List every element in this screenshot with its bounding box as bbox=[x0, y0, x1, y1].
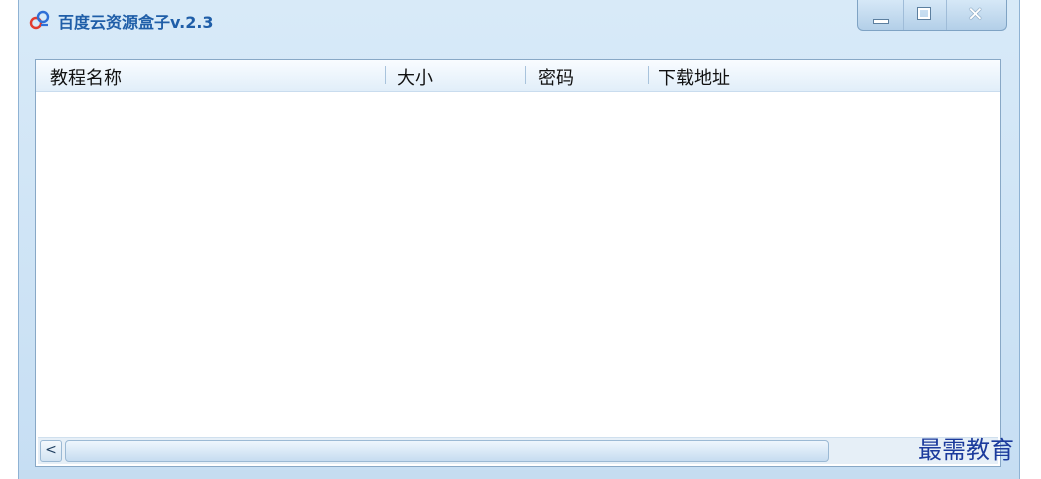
chevron-left-icon: < bbox=[45, 442, 57, 458]
scroll-left-button[interactable]: < bbox=[40, 440, 62, 462]
column-divider[interactable] bbox=[525, 66, 526, 84]
window-title: 百度云资源盒子v.2.3 bbox=[58, 13, 214, 32]
button-bar-edge bbox=[19, 470, 1019, 479]
close-icon: ✕ bbox=[967, 2, 984, 26]
window-controls: ✕ bbox=[857, 0, 1007, 31]
horizontal-scrollbar[interactable]: < bbox=[38, 437, 998, 464]
scrollbar-thumb[interactable] bbox=[65, 440, 829, 462]
baidu-cloud-icon bbox=[29, 10, 50, 30]
column-header-password[interactable]: 密码 bbox=[538, 64, 574, 90]
column-divider[interactable] bbox=[648, 66, 649, 84]
minimize-button[interactable] bbox=[858, 0, 903, 30]
column-header-name[interactable]: 教程名称 bbox=[50, 64, 122, 90]
maximize-button[interactable] bbox=[903, 0, 946, 30]
list-header: 教程名称 大小 密码 下载地址 bbox=[36, 60, 1000, 92]
minimize-icon bbox=[873, 19, 889, 24]
resource-list[interactable]: 教程名称 大小 密码 下载地址 < bbox=[35, 59, 1001, 467]
close-button[interactable]: ✕ bbox=[946, 0, 1006, 30]
column-divider[interactable] bbox=[385, 66, 386, 84]
column-header-download-url[interactable]: 下载地址 bbox=[658, 64, 730, 90]
column-header-size[interactable]: 大小 bbox=[397, 64, 433, 90]
watermark-text: 最需教育 bbox=[918, 436, 1014, 464]
maximize-icon bbox=[917, 7, 931, 20]
app-window: 百度云资源盒子v.2.3 ✕ 教程名称 大小 密码 下载地址 < bbox=[18, 0, 1020, 479]
title-bar[interactable]: 百度云资源盒子v.2.3 ✕ bbox=[19, 0, 1019, 42]
